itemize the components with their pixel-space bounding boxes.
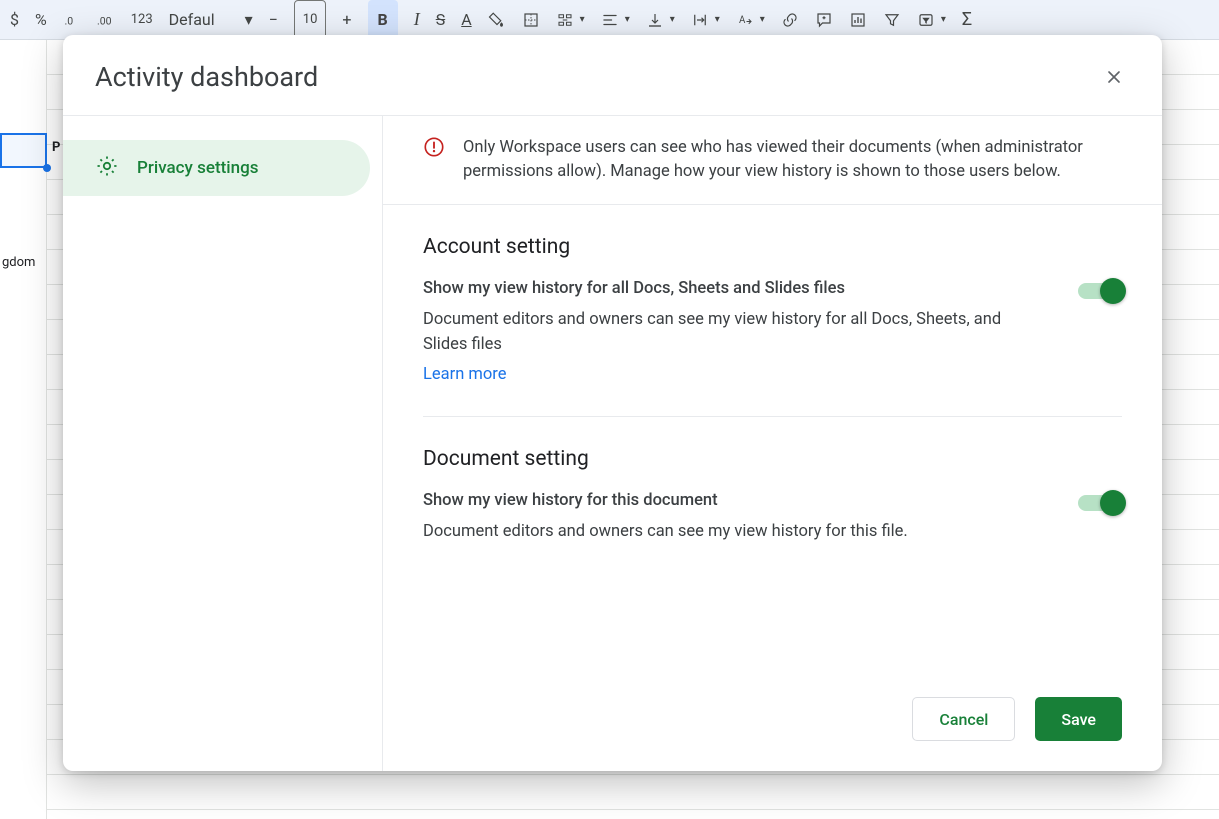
cancel-button[interactable]: Cancel: [912, 697, 1015, 741]
dialog-header: Activity dashboard: [63, 35, 1162, 116]
gear-icon: [95, 154, 119, 183]
save-button[interactable]: Save: [1035, 697, 1122, 741]
learn-more-link[interactable]: Learn more: [423, 363, 506, 388]
account-setting-label: Show my view history for all Docs, Sheet…: [423, 279, 1038, 298]
dialog-sidebar: Privacy settings: [63, 116, 383, 771]
alert-icon: [423, 136, 445, 184]
document-setting-label: Show my view history for this document: [423, 491, 1038, 510]
document-setting-description: Document editors and owners can see my v…: [423, 520, 1023, 545]
document-setting-section: Document setting Show my view history fo…: [423, 416, 1122, 573]
close-icon: [1104, 67, 1124, 87]
activity-dashboard-dialog: Activity dashboard Privacy settings: [63, 35, 1162, 771]
info-banner: Only Workspace users can see who has vie…: [383, 116, 1162, 205]
dialog-scrim: Activity dashboard Privacy settings: [0, 0, 1219, 819]
sidebar-item-label: Privacy settings: [137, 158, 258, 178]
account-setting-description: Document editors and owners can see my v…: [423, 308, 1023, 388]
dialog-title: Activity dashboard: [95, 61, 318, 93]
toggle-knob: [1100, 490, 1126, 516]
toggle-knob: [1100, 278, 1126, 304]
sidebar-item-privacy-settings[interactable]: Privacy settings: [63, 140, 370, 196]
account-view-history-toggle[interactable]: [1078, 283, 1122, 299]
dialog-footer: Cancel Save: [383, 673, 1162, 771]
close-button[interactable]: [1098, 61, 1130, 93]
dialog-body: Privacy settings Only Workspace users ca…: [63, 116, 1162, 771]
account-setting-description-text: Document editors and owners can see my v…: [423, 310, 1001, 354]
info-banner-text: Only Workspace users can see who has vie…: [463, 136, 1122, 184]
settings-content: Account setting Show my view history for…: [383, 205, 1162, 673]
document-view-history-toggle[interactable]: [1078, 495, 1122, 511]
dialog-main: Only Workspace users can see who has vie…: [383, 116, 1162, 771]
account-setting-section: Account setting Show my view history for…: [423, 235, 1122, 416]
document-setting-heading: Document setting: [423, 447, 1122, 471]
account-setting-heading: Account setting: [423, 235, 1122, 259]
